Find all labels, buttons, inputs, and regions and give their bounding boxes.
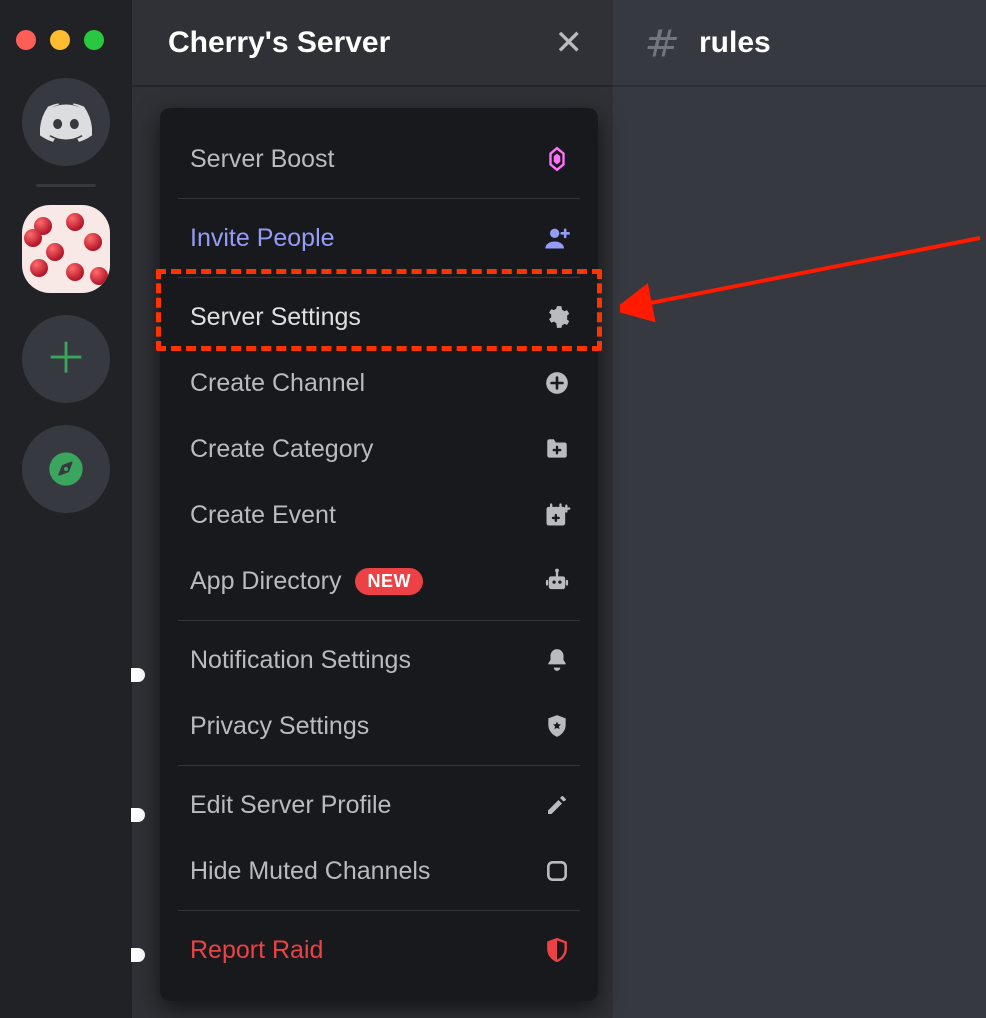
menu-label: Edit Server Profile <box>190 791 391 820</box>
server-title: Cherry's Server <box>168 26 390 60</box>
close-icon[interactable]: ✕ <box>555 26 584 60</box>
menu-item-app-directory[interactable]: App Directory NEW <box>160 548 598 614</box>
discord-logo-icon <box>40 102 92 142</box>
calendar-plus-icon <box>542 500 572 530</box>
server-rail: ＋ <box>0 0 132 1018</box>
menu-item-create-channel[interactable]: Create Channel <box>160 350 598 416</box>
circle-plus-icon <box>542 368 572 398</box>
pencil-icon <box>542 790 572 820</box>
channel-list-item[interactable] <box>132 790 145 840</box>
menu-item-edit-server-profile[interactable]: Edit Server Profile <box>160 772 598 838</box>
window-zoom-dot[interactable] <box>84 30 104 50</box>
window-close-dot[interactable] <box>16 30 36 50</box>
channel-list-item[interactable] <box>132 650 145 700</box>
menu-separator <box>178 765 580 766</box>
menu-item-create-event[interactable]: Create Event <box>160 482 598 548</box>
server-header[interactable]: Cherry's Server ✕ <box>132 0 613 86</box>
channel-name: rules <box>699 26 771 60</box>
menu-label: Hide Muted Channels <box>190 857 430 886</box>
menu-separator <box>178 910 580 911</box>
robot-icon <box>542 566 572 596</box>
new-badge: NEW <box>355 568 423 595</box>
rail-divider <box>36 184 96 187</box>
menu-label: Server Settings <box>190 303 361 332</box>
gear-icon <box>542 302 572 332</box>
menu-separator <box>178 277 580 278</box>
invite-person-plus-icon <box>542 223 572 253</box>
menu-item-hide-muted-channels[interactable]: Hide Muted Channels <box>160 838 598 904</box>
menu-item-report-raid[interactable]: Report Raid <box>160 917 598 983</box>
bell-icon <box>542 645 572 675</box>
window-minimize-dot[interactable] <box>50 30 70 50</box>
menu-label: Report Raid <box>190 936 323 965</box>
menu-separator <box>178 620 580 621</box>
menu-label: Invite People <box>190 224 335 253</box>
server-dropdown-menu: Server Boost Invite People Server Settin… <box>160 108 598 1001</box>
menu-label: Privacy Settings <box>190 712 369 741</box>
channel-list-item[interactable] <box>132 930 145 980</box>
menu-item-privacy-settings[interactable]: Privacy Settings <box>160 693 598 759</box>
checkbox-empty-icon <box>542 856 572 886</box>
compass-icon <box>46 449 86 489</box>
menu-label: Server Boost <box>190 145 335 174</box>
menu-label: Create Event <box>190 501 336 530</box>
window-controls <box>16 30 104 50</box>
menu-label: Notification Settings <box>190 646 411 675</box>
menu-item-server-boost[interactable]: Server Boost <box>160 126 598 192</box>
chat-header: rules <box>613 0 986 86</box>
menu-item-invite-people[interactable]: Invite People <box>160 205 598 271</box>
menu-label: Create Category <box>190 435 373 464</box>
home-button[interactable] <box>22 78 110 166</box>
add-server-button[interactable]: ＋ <box>22 315 110 403</box>
shield-star-icon <box>542 711 572 741</box>
menu-item-notification-settings[interactable]: Notification Settings <box>160 627 598 693</box>
chat-column: rules <box>613 0 986 1018</box>
boost-gem-icon <box>542 144 572 174</box>
folder-plus-icon <box>542 434 572 464</box>
menu-item-create-category[interactable]: Create Category <box>160 416 598 482</box>
explore-servers-button[interactable] <box>22 425 110 513</box>
server-avatar-cherrys-server[interactable] <box>22 205 110 293</box>
hash-icon <box>645 25 681 61</box>
menu-label: App Directory <box>190 567 341 596</box>
menu-label: Create Channel <box>190 369 365 398</box>
menu-separator <box>178 198 580 199</box>
menu-item-server-settings[interactable]: Server Settings <box>160 284 598 350</box>
shield-alert-icon <box>542 935 572 965</box>
